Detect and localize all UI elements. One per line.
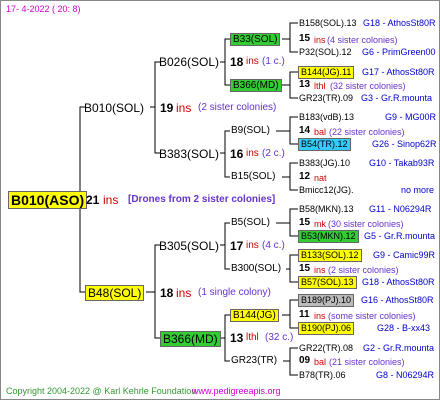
gen4-label-5: mk: [314, 219, 326, 229]
gen4-lineage-3: G17 - AthosSt80R: [362, 67, 435, 77]
gen4-lineage-7: G10 - Takab93R: [369, 158, 435, 168]
gen3-queen-7[interactable]: B144(JG): [230, 309, 279, 322]
gen3-queen-3[interactable]: B9(SOL): [231, 125, 270, 137]
gen4-lineage-15: G2 - Gr.R.mounta: [363, 343, 435, 353]
gen4-queen-10[interactable]: B53(MKN).12: [298, 230, 359, 243]
gen1-ins-label-2: ins: [176, 286, 192, 300]
site-link[interactable]: www.pedigreeapis.org: [192, 385, 281, 397]
gen4-lineage-13: G16 - AthosSt80R: [361, 295, 434, 305]
gen4-label-2: lthl: [314, 81, 326, 91]
gen2-ins-label-2: ins: [246, 148, 259, 159]
gen1-ins-count-1: 19: [160, 101, 174, 115]
gen4-queen-8[interactable]: Bmicc12(JG).: [299, 184, 354, 196]
gen4-count-1: 15: [299, 33, 311, 44]
gen4-queen-5[interactable]: B183(vdB).13: [299, 111, 354, 123]
gen4-queen-11[interactable]: B133(SOL).12: [298, 249, 362, 262]
copyright-text: Copyright 2004-2022 @ Karl Kehrle Founda…: [6, 386, 197, 396]
gen4-count-5: 15: [299, 217, 311, 228]
gen2-ins-label-1: ins: [246, 56, 259, 67]
gen4-lineage-16: G8 - N06294R: [376, 370, 435, 380]
gen4-queen-3[interactable]: B144(JG).11: [298, 66, 355, 79]
gen2-ins-label-4: lthl: [246, 332, 259, 343]
gen4-label-1: ins: [314, 35, 326, 45]
gen3-queen-5[interactable]: B5(SOL): [231, 217, 270, 229]
gen4-count-4: 12: [299, 171, 311, 182]
gen4-queen-9[interactable]: B58(MKN).13: [299, 203, 354, 215]
gen4-queen-2[interactable]: P32(SOL).12: [299, 46, 352, 58]
gen4-note-5: (30 sister colonies): [328, 219, 404, 229]
gen4-note-1: (4 sister colonies): [327, 35, 398, 45]
gen2-ins-count-1: 18: [230, 55, 244, 69]
gen1-queen-2[interactable]: B48(SOL): [85, 285, 145, 301]
gen2-ins-label-3: ins: [246, 240, 259, 251]
gen2-queen-1[interactable]: B026(SOL): [159, 55, 219, 69]
gen4-lineage-9: G11 - N06294R: [369, 204, 432, 214]
root-ins-count: 21: [86, 193, 100, 207]
gen4-note-8: (21 sister colonies): [329, 357, 405, 367]
gen2-note-1: (1 c.): [262, 56, 285, 67]
gen3-queen-4[interactable]: B15(SOL): [231, 171, 275, 183]
gen4-lineage-4: G3 - Gr.R.mounta: [361, 93, 433, 103]
gen4-note-7: (some sister colonies): [328, 311, 416, 321]
gen4-lineage-10: G5 - Gr.R.mounta: [364, 231, 436, 241]
gen4-lineage-2: G6 - PrimGreen00: [362, 47, 436, 57]
gen4-lineage-11: G9 - Camic99R: [373, 250, 436, 260]
gen1-note-2: (1 single colony): [198, 287, 271, 298]
gen2-note-2: (2 c.): [262, 148, 285, 159]
gen4-count-8: 09: [299, 355, 311, 366]
gen4-lineage-12: G18 - AthosSt80R: [362, 277, 435, 287]
root-note: [Drones from 2 sister colonies]: [128, 194, 276, 205]
gen4-queen-7[interactable]: B383(JG).10: [299, 157, 350, 169]
gen2-queen-4[interactable]: B366(MD): [160, 331, 221, 347]
gen4-label-8: bal: [314, 357, 327, 367]
gen4-note-6: (2 sister colonies): [328, 265, 399, 275]
gen4-count-2: 13: [299, 79, 311, 90]
gen4-lineage-14: G28 - B-xx43: [377, 323, 431, 333]
gen4-queen-15[interactable]: GR22(TR).08: [299, 342, 353, 354]
gen4-count-7: 11: [299, 309, 310, 320]
gen4-lineage-1: G18 - AthosSt80R: [363, 18, 436, 28]
gen4-label-6: ins: [314, 265, 326, 275]
gen4-queen-1[interactable]: B158(SOL).13: [299, 17, 357, 29]
gen3-queen-2[interactable]: B366(MD): [230, 79, 282, 92]
gen2-ins-count-3: 17: [230, 239, 244, 253]
root-ins-label: ins: [103, 193, 119, 207]
gen3-queen-8[interactable]: GR23(TR): [231, 355, 277, 367]
gen4-label-7: ins: [314, 311, 326, 321]
gen4-queen-12[interactable]: B57(SOL).13: [298, 276, 357, 289]
gen4-queen-13[interactable]: B189(PJ).10: [298, 294, 355, 307]
gen4-note-3: (22 sister colonies): [329, 127, 405, 137]
gen4-lineage-6: G26 - Sinop62R: [372, 139, 437, 149]
gen2-note-3: (4 c.): [262, 240, 285, 251]
gen4-lineage-8: no more: [401, 185, 435, 195]
gen2-queen-2[interactable]: B383(SOL): [159, 147, 219, 161]
gen1-ins-count-2: 18: [160, 286, 174, 300]
gen4-count-6: 15: [299, 263, 311, 274]
gen1-queen-1[interactable]: B010(SOL): [84, 101, 144, 115]
gen2-note-4: (32 c.): [265, 332, 294, 343]
gen4-label-3: bal: [314, 127, 327, 137]
gen2-ins-count-2: 16: [230, 147, 244, 161]
gen1-ins-label-1: ins: [176, 101, 192, 115]
gen4-queen-14[interactable]: B190(PJ).06: [298, 322, 355, 335]
gen3-queen-1[interactable]: B33(SOL): [230, 33, 281, 46]
print-date: 17- 4-2022 ( 20: 8): [6, 4, 81, 14]
gen2-ins-count-4: 13: [230, 331, 244, 345]
gen1-note-1: (2 sister colonies): [198, 102, 277, 113]
gen4-note-2: (32 sister colonies): [330, 81, 406, 91]
gen2-queen-3[interactable]: B305(SOL): [159, 239, 219, 253]
gen4-count-3: 14: [299, 125, 311, 136]
gen4-queen-6[interactable]: B54(TR).12: [298, 138, 351, 151]
gen4-label-4: nat: [314, 173, 327, 183]
root-queen[interactable]: B010(ASO): [8, 191, 88, 209]
gen3-queen-6[interactable]: B300(SOL): [231, 263, 281, 275]
gen4-lineage-5: G9 - MG00R: [385, 112, 437, 122]
gen4-queen-4[interactable]: GR23(TR).09: [299, 92, 353, 104]
gen4-queen-16[interactable]: B78(TR).06: [299, 369, 346, 381]
